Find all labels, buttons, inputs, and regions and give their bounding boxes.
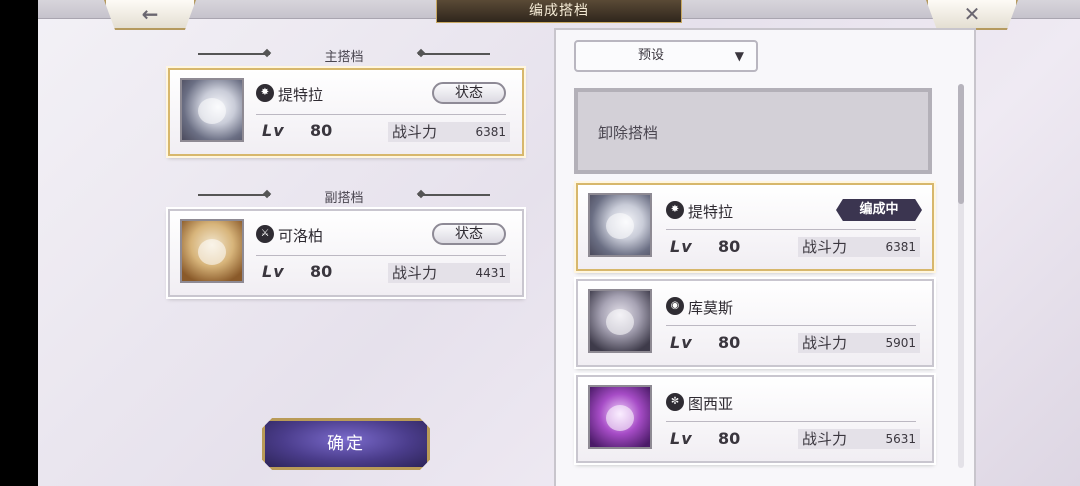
partner-portrait bbox=[588, 289, 652, 353]
level-label: Lv bbox=[262, 121, 285, 140]
dark-element-icon: ✸ bbox=[666, 201, 684, 219]
eye-element-icon: ◉ bbox=[666, 297, 684, 315]
power-box: 战斗力 5631 bbox=[798, 429, 920, 449]
main-partner-card[interactable]: ✸ 提特拉 状态 Lv 80 战斗力 6381 bbox=[168, 68, 524, 156]
partner-portrait bbox=[180, 219, 244, 283]
caret-down-icon: ▼ bbox=[734, 49, 744, 63]
ornament-left bbox=[198, 53, 270, 55]
divider bbox=[256, 114, 506, 115]
game-screen: ← 编成搭档 ✕ 主搭档 ✸ 提特拉 状态 Lv 80 战斗力 6381 副搭档… bbox=[38, 0, 1080, 486]
partner-name: 可洛柏 bbox=[278, 227, 324, 245]
level-value: 80 bbox=[718, 333, 741, 352]
power-box: 战斗力 6381 bbox=[798, 237, 920, 257]
power-label: 战斗力 bbox=[802, 430, 848, 448]
sub-partner-card[interactable]: ⚔ 可洛柏 状态 Lv 80 战斗力 4431 bbox=[168, 209, 524, 297]
partner-portrait bbox=[588, 385, 652, 449]
sub-partner-heading: 副搭档 bbox=[198, 187, 490, 206]
level-label: Lv bbox=[670, 429, 693, 448]
partner-portrait bbox=[588, 193, 652, 257]
arrow-left-icon: ← bbox=[141, 2, 159, 26]
power-label: 战斗力 bbox=[802, 238, 848, 256]
dark-element-icon: ✸ bbox=[256, 84, 274, 102]
power-label: 战斗力 bbox=[802, 334, 848, 352]
list-item[interactable]: ✼ 图西亚 Lv 80 战斗力 5631 bbox=[576, 375, 934, 463]
ornament-right bbox=[418, 53, 490, 55]
section-label: 主搭档 bbox=[324, 50, 364, 65]
power-box: 战斗力 5901 bbox=[798, 333, 920, 353]
level-label: Lv bbox=[670, 237, 693, 256]
partner-name: 提特拉 bbox=[278, 86, 324, 104]
partner-name: 图西亚 bbox=[688, 395, 734, 413]
close-icon: ✕ bbox=[963, 2, 981, 26]
power-box: 战斗力 4431 bbox=[388, 263, 510, 283]
power-value: 6381 bbox=[475, 125, 506, 139]
power-value: 6381 bbox=[885, 240, 916, 254]
sword-element-icon: ⚔ bbox=[256, 225, 274, 243]
divider bbox=[666, 325, 916, 326]
preset-label: 预设 bbox=[637, 48, 664, 63]
ornament-right bbox=[418, 194, 490, 196]
close-button[interactable]: ✕ bbox=[926, 0, 1018, 30]
scrollbar-thumb[interactable] bbox=[958, 84, 964, 204]
preset-dropdown[interactable]: 预设 ▼ bbox=[574, 40, 758, 72]
main-partner-heading: 主搭档 bbox=[198, 46, 490, 65]
in-team-badge: 编成中 bbox=[836, 199, 922, 221]
level-value: 80 bbox=[718, 237, 741, 256]
confirm-button[interactable]: 确定 bbox=[262, 418, 430, 470]
divider bbox=[666, 229, 916, 230]
status-button[interactable]: 状态 bbox=[432, 223, 506, 245]
level-value: 80 bbox=[718, 429, 741, 448]
swirl-element-icon: ✼ bbox=[666, 393, 684, 411]
power-label: 战斗力 bbox=[392, 264, 438, 282]
back-button[interactable]: ← bbox=[104, 0, 196, 30]
section-label: 副搭档 bbox=[324, 191, 364, 206]
list-item[interactable]: ◉ 库莫斯 Lv 80 战斗力 5901 bbox=[576, 279, 934, 367]
level-label: Lv bbox=[670, 333, 693, 352]
power-box: 战斗力 6381 bbox=[388, 122, 510, 142]
status-button[interactable]: 状态 bbox=[432, 82, 506, 104]
level-value: 80 bbox=[310, 121, 333, 140]
power-value: 5631 bbox=[885, 432, 916, 446]
level-label: Lv bbox=[262, 262, 285, 281]
divider bbox=[256, 255, 506, 256]
ornament-left bbox=[198, 194, 270, 196]
level-value: 80 bbox=[310, 262, 333, 281]
page-title: 编成搭档 bbox=[436, 0, 682, 23]
unequip-label: 卸除搭档 bbox=[598, 124, 659, 142]
unequip-button[interactable]: 卸除搭档 bbox=[574, 88, 932, 174]
partner-name: 库莫斯 bbox=[688, 299, 734, 317]
power-label: 战斗力 bbox=[392, 123, 438, 141]
partner-portrait bbox=[180, 78, 244, 142]
list-item[interactable]: ✸ 提特拉 编成中 Lv 80 战斗力 6381 bbox=[576, 183, 934, 271]
power-value: 5901 bbox=[885, 336, 916, 350]
divider bbox=[666, 421, 916, 422]
partner-name: 提特拉 bbox=[688, 203, 734, 221]
power-value: 4431 bbox=[475, 266, 506, 280]
